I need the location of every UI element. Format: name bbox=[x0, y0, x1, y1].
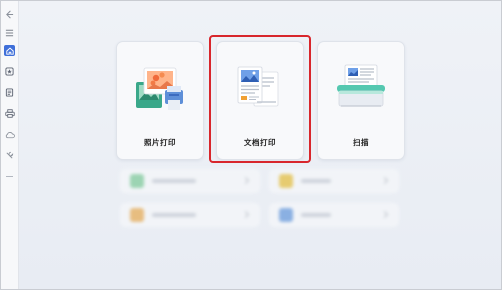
main-content: 照片打印 文档打印 扫描 bbox=[19, 1, 501, 289]
tile-icon bbox=[279, 208, 293, 222]
document-icon[interactable] bbox=[4, 87, 15, 98]
photo-print-icon bbox=[132, 62, 188, 114]
tile-icon bbox=[130, 174, 144, 188]
secondary-tile[interactable] bbox=[120, 169, 260, 193]
tile-icon bbox=[130, 208, 144, 222]
photo-print-card[interactable]: 照片打印 bbox=[116, 41, 204, 160]
document-print-card[interactable]: 文档打印 bbox=[216, 41, 304, 160]
document-print-icon bbox=[232, 62, 288, 114]
cloud-icon[interactable] bbox=[4, 129, 15, 140]
star-icon[interactable] bbox=[4, 66, 15, 77]
scan-card[interactable]: 扫描 bbox=[317, 41, 405, 160]
secondary-tile[interactable] bbox=[120, 203, 260, 227]
home-icon[interactable] bbox=[4, 45, 15, 56]
tile-text-placeholder bbox=[301, 179, 331, 183]
more-icon[interactable] bbox=[4, 171, 15, 182]
chevron-right-icon bbox=[241, 176, 250, 185]
card-label: 文档打印 bbox=[244, 138, 276, 147]
secondary-tile[interactable] bbox=[269, 203, 399, 227]
chevron-right-icon bbox=[241, 210, 250, 219]
card-label: 照片打印 bbox=[144, 138, 176, 147]
printer-icon[interactable] bbox=[4, 108, 15, 119]
tile-text-placeholder bbox=[301, 213, 331, 217]
sidebar bbox=[1, 1, 19, 289]
tile-text-placeholder bbox=[152, 179, 196, 183]
chevron-right-icon bbox=[380, 210, 389, 219]
tile-text-placeholder bbox=[152, 213, 196, 217]
tile-icon bbox=[279, 174, 293, 188]
tools-icon[interactable] bbox=[4, 150, 15, 161]
back-arrow-icon[interactable] bbox=[4, 9, 15, 20]
scan-icon bbox=[333, 62, 389, 114]
app-window: 照片打印 文档打印 扫描 bbox=[0, 0, 502, 290]
menu-icon[interactable] bbox=[4, 27, 15, 38]
card-label: 扫描 bbox=[353, 138, 369, 147]
chevron-right-icon bbox=[380, 176, 389, 185]
secondary-tile[interactable] bbox=[269, 169, 399, 193]
